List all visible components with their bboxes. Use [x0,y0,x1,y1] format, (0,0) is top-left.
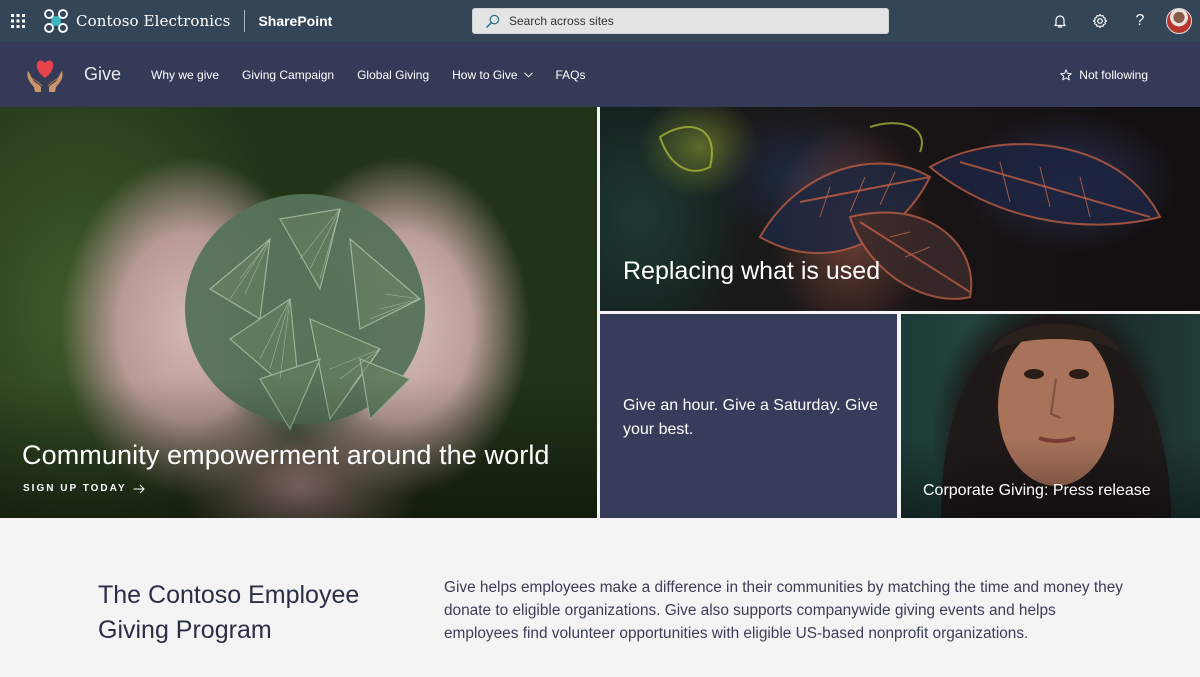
app-launcher-icon [11,14,25,28]
star-icon [1060,68,1073,80]
search-icon [486,14,500,28]
settings-button[interactable] [1080,0,1120,42]
gear-icon [1092,13,1108,29]
sign-up-label: SIGN UP TODAY [23,483,127,494]
sign-up-link[interactable]: SIGN UP TODAY [23,483,145,494]
follow-button[interactable]: Not following [1060,42,1148,107]
about-section: The Contoso Employee Giving Program Give… [0,518,1200,677]
give-logo-icon[interactable] [24,54,66,96]
hero-press-release-title[interactable]: Corporate Giving: Press release [923,482,1151,500]
suite-bar: Contoso Electronics SharePoint ? [0,0,1200,42]
nav-item-how-to-give[interactable]: How to Give [452,67,533,82]
help-icon: ? [1135,12,1145,29]
hero-tile-quote[interactable]: Give an hour. Give a Saturday. Give your… [600,314,897,518]
search-box[interactable] [472,8,889,34]
help-button[interactable]: ? [1120,0,1160,42]
hero-tile-replacing[interactable]: Replacing what is used [600,107,1200,311]
nav-item-giving-campaign[interactable]: Giving Campaign [242,68,334,82]
about-body: Give helps employees make a difference i… [444,579,1123,642]
app-launcher-button[interactable] [0,0,36,42]
site-header: Give Why we give Giving Campaign Global … [0,42,1200,107]
chevron-down-icon [523,71,533,78]
hero-main-title[interactable]: Community empowerment around the world [22,440,550,471]
hero-quote-text[interactable]: Give an hour. Give a Saturday. Give your… [623,394,883,442]
about-title: The Contoso Employee Giving Program [98,581,360,644]
nav-item-label: How to Give [452,67,518,82]
bell-icon [1054,15,1066,28]
nav-item-global-giving[interactable]: Global Giving [357,68,429,82]
hero-section: Community empowerment around the world S… [0,107,1200,518]
image-scrim [901,438,1200,518]
suite-divider [244,10,246,32]
org-name[interactable]: Contoso Electronics [76,12,230,30]
hero-tile-main[interactable]: Community empowerment around the world S… [0,107,597,518]
hero-replacing-title[interactable]: Replacing what is used [623,257,880,286]
search-input[interactable] [509,14,869,28]
notifications-button[interactable] [1040,0,1080,42]
site-title[interactable]: Give [84,64,121,85]
app-name[interactable]: SharePoint [258,13,332,29]
nav-item-why-we-give[interactable]: Why we give [151,68,219,82]
arrow-right-icon [133,484,145,493]
contoso-logo-icon[interactable] [42,7,70,35]
avatar[interactable] [1166,8,1192,34]
nav-item-faqs[interactable]: FAQs [556,68,586,82]
follow-label: Not following [1079,67,1148,82]
site-nav: Why we give Giving Campaign Global Givin… [151,68,609,82]
hero-tile-press-release[interactable]: Corporate Giving: Press release [901,314,1200,518]
